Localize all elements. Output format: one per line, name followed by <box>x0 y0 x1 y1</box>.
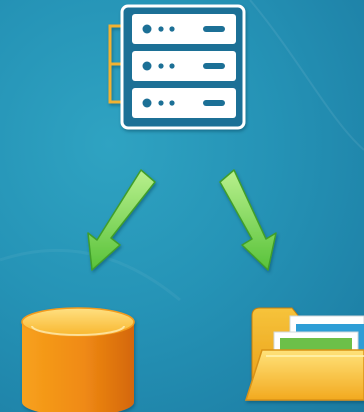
database-top <box>21 307 135 337</box>
folder-front <box>244 349 364 401</box>
diagram-canvas <box>0 0 364 412</box>
background-swirl <box>249 0 364 151</box>
server-icon <box>108 4 246 130</box>
folder-icon <box>244 307 364 401</box>
arrow-down-left-icon <box>87 169 156 271</box>
diagram-svg <box>0 0 364 412</box>
arrow-down-right-icon <box>219 169 277 271</box>
database-icon <box>21 307 135 412</box>
